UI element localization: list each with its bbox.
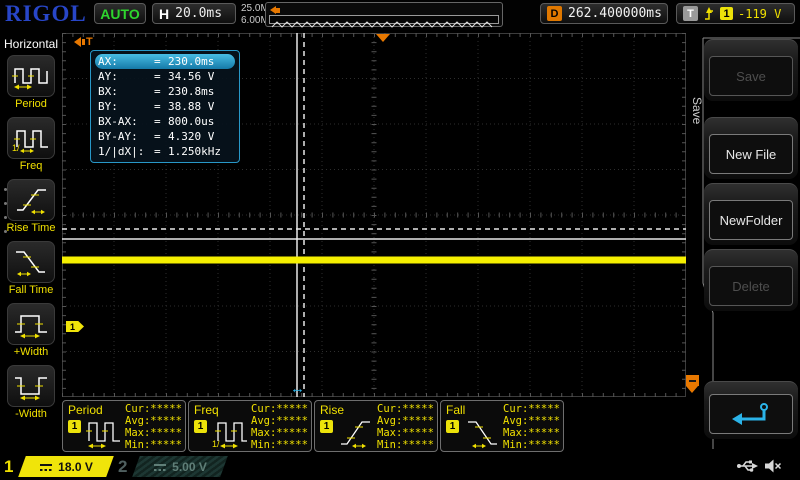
svg-text:1/: 1/ — [212, 439, 220, 449]
waveform-display-area[interactable]: AX:=230.0ms AY:=34.56 V BX:=230.8ms BY:=… — [62, 33, 686, 397]
channel1-number: 1 — [4, 457, 13, 477]
stat-avg: Avg:***** — [377, 415, 434, 427]
fall-wave-icon — [464, 415, 502, 449]
fall-time-icon — [11, 247, 51, 277]
stat-cur: Cur:***** — [503, 403, 560, 415]
trigger-source-badge: 1 — [720, 7, 733, 20]
stat-max: Max:***** — [503, 427, 560, 439]
stat-max: Max:***** — [125, 427, 182, 439]
stat-min: Min:***** — [125, 439, 182, 451]
trigger-offscreen-marker: T — [74, 37, 93, 47]
measure-channel-badge: 1 — [194, 420, 207, 433]
stat-cur: Cur:***** — [125, 403, 182, 415]
stat-cur: Cur:***** — [251, 403, 308, 415]
channel2-label[interactable]: 5.00 V — [132, 456, 228, 477]
channel1-scale: 18.0 V — [58, 460, 93, 474]
channel1-label[interactable]: 18.0 V — [18, 456, 114, 477]
memory-waveform-icon — [269, 15, 499, 24]
period-icon — [11, 61, 51, 91]
stat-avg: Avg:***** — [503, 415, 560, 427]
cursor-pair-indicator[interactable]: ↔ — [290, 381, 305, 396]
timebase-value: 20.0ms — [175, 6, 222, 21]
top-status-bar: RIGOL AUTO H 20.0ms 25.0MSa/s 6.00M pts … — [0, 0, 800, 30]
rise-time-icon — [11, 185, 51, 215]
channel-status-bar: 1 18.0 V 2 5.00 V — [0, 454, 800, 480]
right-soft-menu: Save Save New File NewFolder Delete — [690, 31, 800, 455]
stat-avg: Avg:***** — [125, 415, 182, 427]
rising-edge-trigger-icon — [703, 6, 715, 21]
channel2-number: 2 — [118, 457, 127, 477]
trigger-level-value: -119 V — [738, 7, 781, 21]
stat-max: Max:***** — [377, 427, 434, 439]
horizontal-timebase-box[interactable]: H 20.0ms — [152, 3, 236, 24]
trigger-position-marker[interactable] — [376, 34, 390, 42]
h-label: H — [159, 6, 169, 22]
cursor-row-ay[interactable]: AY:=34.56 V — [95, 69, 235, 84]
measurement-rise[interactable]: Rise 1 Cur:***** Avg:***** Max:***** Min… — [314, 400, 438, 452]
delete-button[interactable]: Delete — [704, 249, 798, 311]
stat-min: Min:***** — [377, 439, 434, 451]
cursor-row-by[interactable]: BY:=38.88 V — [95, 99, 235, 114]
delay-value: 262.400000ms — [568, 6, 662, 21]
trigger-badge: T — [683, 6, 698, 21]
stat-min: Min:***** — [251, 439, 308, 451]
stat-cur: Cur:***** — [377, 403, 434, 415]
new-folder-button[interactable]: NewFolder — [704, 183, 798, 245]
measure-channel-badge: 1 — [446, 420, 459, 433]
freq-icon: 1/ — [11, 123, 51, 153]
period-wave-icon — [86, 415, 124, 449]
channel2-scale: 5.00 V — [172, 460, 207, 474]
left-menu-title: Horizontal — [0, 37, 62, 51]
waveform-memory-preview[interactable] — [265, 2, 503, 27]
return-arrow-icon — [729, 401, 773, 427]
cursor-readout-panel: AX:=230.0ms AY:=34.56 V BX:=230.8ms BY:=… — [90, 50, 240, 163]
stat-max: Max:***** — [251, 427, 308, 439]
left-measure-menu: Horizontal Period 1/ Freq Rise Time — [0, 31, 62, 455]
menu-item-freq[interactable]: 1/ Freq — [0, 117, 62, 172]
menu-page-indicator — [4, 188, 7, 244]
return-button[interactable] — [704, 381, 798, 439]
dc-coupling-icon — [39, 462, 53, 472]
usb-icon — [736, 458, 758, 474]
dc-coupling-icon — [153, 462, 167, 472]
menu-item-pos-width[interactable]: +Width — [0, 303, 62, 358]
cursor-row-freq[interactable]: 1/|dX|:=1.250kHz — [95, 144, 235, 159]
menu-item-neg-width[interactable]: -Width — [0, 365, 62, 420]
rise-wave-icon — [338, 415, 376, 449]
measurement-fall[interactable]: Fall 1 Cur:***** Avg:***** Max:***** Min… — [440, 400, 564, 452]
run-state-badge[interactable]: AUTO — [94, 3, 146, 24]
menu-tab-label: Save — [690, 97, 704, 124]
stat-avg: Avg:***** — [251, 415, 308, 427]
delay-badge: D — [547, 6, 562, 21]
cursor-row-bx[interactable]: BX:=230.8ms — [95, 84, 235, 99]
measure-channel-badge: 1 — [320, 420, 333, 433]
rigol-logo: RIGOL — [5, 1, 87, 27]
measurement-freq[interactable]: Freq 1 1/ Cur:***** Avg:***** Max:***** … — [188, 400, 312, 452]
save-button[interactable]: Save — [704, 39, 798, 101]
cursor-row-byay[interactable]: BY-AY:=4.320 V — [95, 129, 235, 144]
cursor-row-bxax[interactable]: BX-AX:=800.0us — [95, 114, 235, 129]
speaker-muted-icon — [764, 458, 782, 474]
pos-width-icon — [11, 309, 51, 339]
delay-box[interactable]: D 262.400000ms — [540, 3, 668, 24]
neg-width-icon — [11, 371, 51, 401]
svg-text:1/: 1/ — [12, 143, 20, 153]
menu-item-period[interactable]: Period — [0, 55, 62, 110]
menu-item-rise-time[interactable]: Rise Time — [0, 179, 62, 234]
stat-min: Min:***** — [503, 439, 560, 451]
cursor-row-ax[interactable]: AX:=230.0ms — [95, 54, 235, 69]
menu-item-fall-time[interactable]: Fall Time — [0, 241, 62, 296]
trigger-offscreen-left-icon — [270, 6, 280, 14]
measurement-period[interactable]: Period 1 Cur:***** Avg:***** Max:***** M… — [62, 400, 186, 452]
trigger-box[interactable]: T 1 -119 V — [676, 3, 795, 24]
new-file-button[interactable]: New File — [704, 117, 798, 179]
freq-wave-icon: 1/ — [212, 415, 250, 449]
measure-channel-badge: 1 — [68, 420, 81, 433]
